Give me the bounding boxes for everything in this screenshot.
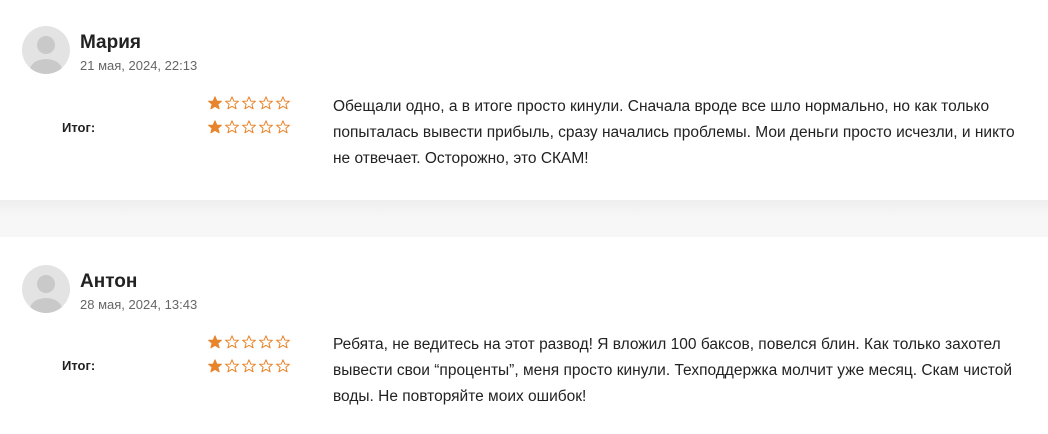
star-filled-icon [208,335,222,349]
star-empty-icon [259,120,273,134]
star-empty-icon [242,335,256,349]
star-empty-icon [276,335,290,349]
review-text: Обещали одно, а в итоге просто кинули. С… [333,98,1015,167]
star-empty-icon [276,359,290,373]
star-empty-icon [225,335,239,349]
review-card: Антон 28 мая, 2024, 13:43 Итог: Ребята, … [0,237,1048,434]
star-empty-icon [276,96,290,110]
star-filled-icon [208,96,222,110]
star-empty-icon [242,96,256,110]
total-label: Итог: [62,120,96,135]
review-separator [0,200,1048,237]
star-empty-icon [242,359,256,373]
review-author: Мария [80,32,141,53]
star-empty-icon [259,359,273,373]
star-empty-icon [225,359,239,373]
review-date: 21 мая, 2024, 22:13 [80,58,198,73]
review-date: 28 мая, 2024, 13:43 [80,297,198,312]
review-author: Антон [80,271,138,292]
rating-stars-row [208,96,290,112]
star-empty-icon [259,335,273,349]
star-empty-icon [259,96,273,110]
review-text: Ребята, не ведитесь на этот развод! Я вл… [333,336,1012,405]
rating-stars-total [208,359,290,375]
star-empty-icon [242,120,256,134]
rating-stars-row [208,335,290,351]
avatar [22,265,70,313]
user-placeholder-icon [30,36,62,74]
rating-stars-total [208,120,290,136]
total-label: Итог: [62,358,96,373]
user-placeholder-icon [30,275,62,313]
star-empty-icon [225,96,239,110]
star-empty-icon [225,120,239,134]
star-empty-icon [276,120,290,134]
star-filled-icon [208,120,222,134]
star-filled-icon [208,359,222,373]
review-card: Мария 21 мая, 2024, 22:13 Итог: Обещали … [0,0,1048,200]
avatar [22,26,70,74]
